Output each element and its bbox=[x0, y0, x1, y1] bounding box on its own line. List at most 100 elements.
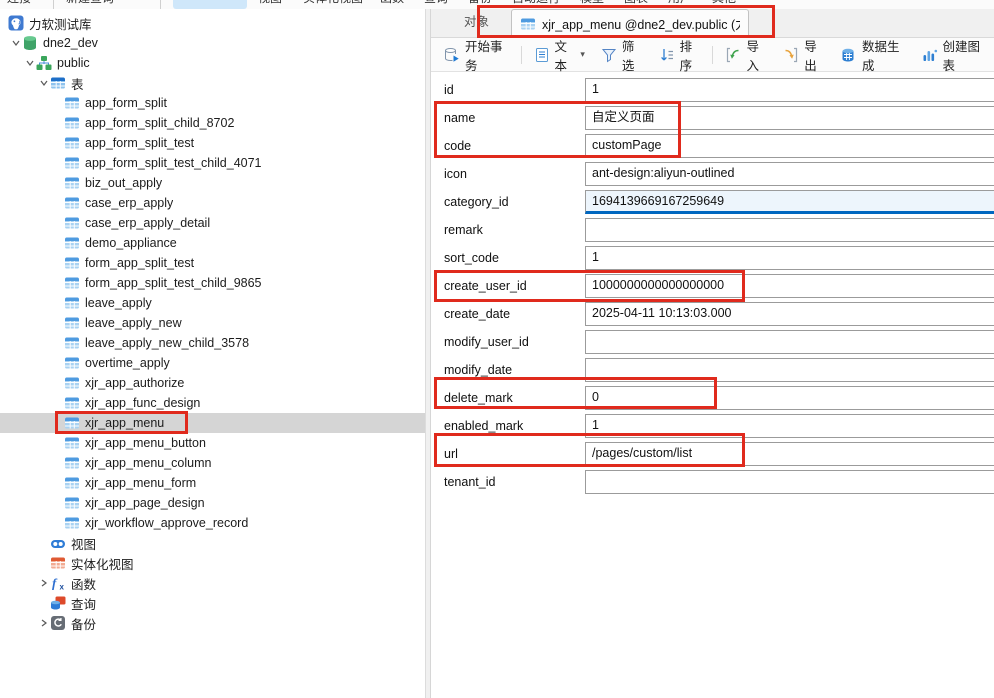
field-value-modify_date[interactable] bbox=[585, 358, 994, 382]
tree-item-case_erp_apply[interactable]: case_erp_apply bbox=[0, 193, 425, 213]
tree-item-item[interactable]: 备份 bbox=[0, 613, 425, 633]
tree-item-leave_apply_new_child_3578[interactable]: leave_apply_new_child_3578 bbox=[0, 333, 425, 353]
tree-item-leave_apply_new[interactable]: leave_apply_new bbox=[0, 313, 425, 333]
field-value-delete_mark[interactable]: 0 bbox=[585, 386, 994, 410]
toolbar-button-item[interactable]: 导入 bbox=[717, 42, 775, 68]
field-value-code[interactable]: customPage bbox=[585, 134, 994, 158]
tree-item-label: public bbox=[57, 56, 90, 70]
tree-item-label: leave_apply_new bbox=[85, 316, 182, 330]
field-value-category_id[interactable]: 1694139669167259649 bbox=[585, 190, 994, 214]
ribbon-item-item[interactable]: 视图 bbox=[258, 0, 298, 9]
tree-item-label: dne2_dev bbox=[43, 36, 98, 50]
ribbon-item-item[interactable]: 自动运行 bbox=[512, 0, 574, 9]
tree-item-item[interactable]: 实体化视图 bbox=[0, 553, 425, 573]
chevron-right-icon[interactable] bbox=[37, 579, 50, 587]
tree-item-demo_appliance[interactable]: demo_appliance bbox=[0, 233, 425, 253]
tree-item-app_form_split_child_8702[interactable]: app_form_split_child_8702 bbox=[0, 113, 425, 133]
ribbon-item-item[interactable]: 图表 bbox=[624, 0, 664, 9]
field-name-label: category_id bbox=[431, 195, 585, 209]
tree-item-form_app_split_test_child_9865[interactable]: form_app_split_test_child_9865 bbox=[0, 273, 425, 293]
postgres-connection-icon bbox=[8, 15, 24, 31]
tree-item-xjr_workflow_approve_record[interactable]: xjr_workflow_approve_record bbox=[0, 513, 425, 533]
field-name-label: enabled_mark bbox=[431, 419, 585, 433]
toolbar-button-item[interactable]: 数据生成 bbox=[833, 42, 914, 68]
tree-item-label: 函数 bbox=[71, 574, 96, 593]
tree-item-dne2_dev[interactable]: dne2_dev bbox=[0, 33, 425, 53]
field-value-url[interactable]: /pages/custom/list bbox=[585, 442, 994, 466]
field-value-name[interactable]: 自定义页面 bbox=[585, 106, 994, 130]
tree-item-app_form_split_test_child_4071[interactable]: app_form_split_test_child_4071 bbox=[0, 153, 425, 173]
data-generation-icon bbox=[841, 47, 857, 63]
table-icon bbox=[64, 515, 80, 531]
toolbar-button-item[interactable]: 筛选 bbox=[593, 42, 651, 68]
tree-item-form_app_split_test[interactable]: form_app_split_test bbox=[0, 253, 425, 273]
ribbon-item-item[interactable]: 用户 bbox=[668, 0, 708, 9]
ribbon-item-item[interactable]: 新建查询 bbox=[66, 0, 130, 9]
field-value-sort_code[interactable]: 1 bbox=[585, 246, 994, 270]
field-value-modify_user_id[interactable] bbox=[585, 330, 994, 354]
tree-item-label: form_app_split_test_child_9865 bbox=[85, 276, 262, 290]
field-row-modify_date: modify_date bbox=[431, 356, 994, 384]
field-row-url: url/pages/custom/list bbox=[431, 440, 994, 468]
toolbar-button-item[interactable]: 开始事务 bbox=[436, 42, 517, 68]
tree-item-label: 视图 bbox=[71, 534, 96, 553]
tree-item-label: form_app_split_test bbox=[85, 256, 194, 270]
toolbar-button-item[interactable]: 文本▾ bbox=[526, 42, 593, 68]
toolbar-button-item[interactable]: 创建图表 bbox=[914, 42, 994, 68]
field-value-create_date[interactable]: 2025-04-11 10:13:03.000 bbox=[585, 302, 994, 326]
ribbon-item-item[interactable]: 其他 bbox=[712, 0, 752, 9]
chevron-down-icon[interactable] bbox=[23, 59, 36, 67]
field-name-label: delete_mark bbox=[431, 391, 585, 405]
tree-item-biz_out_apply[interactable]: biz_out_apply bbox=[0, 173, 425, 193]
chevron-down-icon[interactable] bbox=[9, 39, 22, 47]
field-value-icon[interactable]: ant-design:aliyun-outlined bbox=[585, 162, 994, 186]
field-value-enabled_mark[interactable]: 1 bbox=[585, 414, 994, 438]
field-value-remark[interactable] bbox=[585, 218, 994, 242]
table-icon bbox=[64, 175, 80, 191]
tree-item-app_form_split[interactable]: app_form_split bbox=[0, 93, 425, 113]
field-row-icon: iconant-design:aliyun-outlined bbox=[431, 160, 994, 188]
tree-item-item[interactable]: 力软测试库 bbox=[0, 13, 425, 33]
tree-item-overtime_apply[interactable]: overtime_apply bbox=[0, 353, 425, 373]
tree-item-xjr_app_menu[interactable]: xjr_app_menu bbox=[0, 413, 425, 433]
tree-item-item[interactable]: 表 bbox=[0, 73, 425, 93]
toolbar-button-item[interactable]: 排序 bbox=[651, 42, 709, 68]
dropdown-caret-icon[interactable]: ▾ bbox=[580, 49, 585, 60]
tree-item-xjr_app_page_design[interactable]: xjr_app_page_design bbox=[0, 493, 425, 513]
tree-item-xjr_app_authorize[interactable]: xjr_app_authorize bbox=[0, 373, 425, 393]
tree-item-item[interactable]: 视图 bbox=[0, 533, 425, 553]
ribbon-item-item[interactable]: 实体化视图 bbox=[303, 0, 375, 9]
ribbon-item-item[interactable]: 备份 bbox=[468, 0, 508, 9]
tab-xjr-app-menu[interactable]: xjr_app_menu @dne2_dev.public (力... bbox=[511, 9, 749, 37]
toolbar-button-item[interactable]: 导出 bbox=[775, 42, 833, 68]
tree-item-case_erp_apply_detail[interactable]: case_erp_apply_detail bbox=[0, 213, 425, 233]
svg-text:f: f bbox=[52, 576, 58, 591]
tree-item-leave_apply[interactable]: leave_apply bbox=[0, 293, 425, 313]
tree-item-xjr_app_menu_button[interactable]: xjr_app_menu_button bbox=[0, 433, 425, 453]
tree-item-public[interactable]: public bbox=[0, 53, 425, 73]
tree-item-xjr_app_menu_column[interactable]: xjr_app_menu_column bbox=[0, 453, 425, 473]
field-value-tenant_id[interactable] bbox=[585, 470, 994, 494]
ribbon-item-item[interactable]: 函数 bbox=[380, 0, 420, 9]
tree-item-item[interactable]: fx函数 bbox=[0, 573, 425, 593]
tab-bar: 对象 xjr_app_menu @dne2_dev.public (力... bbox=[431, 9, 994, 38]
tree-item-item[interactable]: 查询 bbox=[0, 593, 425, 613]
ribbon-item-item[interactable]: 模型 bbox=[580, 0, 620, 9]
ribbon-item-item[interactable]: 查询 bbox=[424, 0, 464, 9]
field-name-label: remark bbox=[431, 223, 585, 237]
ribbon-item-item[interactable]: 表 bbox=[173, 0, 247, 9]
database-icon bbox=[22, 35, 38, 51]
ribbon-item-item[interactable]: 连接 bbox=[7, 0, 47, 9]
chevron-down-icon[interactable] bbox=[37, 79, 50, 87]
tab-objects[interactable]: 对象 bbox=[456, 11, 497, 37]
tree-item-label: leave_apply_new_child_3578 bbox=[85, 336, 249, 350]
field-row-code: codecustomPage bbox=[431, 132, 994, 160]
field-value-create_user_id[interactable]: 1000000000000000000 bbox=[585, 274, 994, 298]
chevron-right-icon[interactable] bbox=[37, 619, 50, 627]
tree-item-label: biz_out_apply bbox=[85, 176, 162, 190]
tree-item-xjr_app_menu_form[interactable]: xjr_app_menu_form bbox=[0, 473, 425, 493]
tree-item-xjr_app_func_design[interactable]: xjr_app_func_design bbox=[0, 393, 425, 413]
field-value-id[interactable]: 1 bbox=[585, 78, 994, 102]
toolbar-button-label: 开始事务 bbox=[465, 36, 509, 74]
tree-item-app_form_split_test[interactable]: app_form_split_test bbox=[0, 133, 425, 153]
